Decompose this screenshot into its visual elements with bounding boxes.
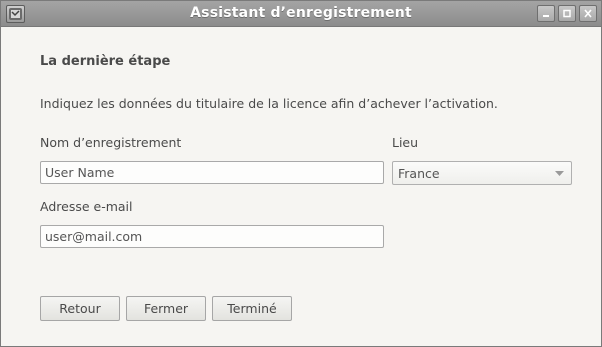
location-select[interactable]: France xyxy=(392,161,572,185)
email-input[interactable] xyxy=(40,225,384,248)
close-icon xyxy=(584,9,592,18)
minimize-button[interactable] xyxy=(537,5,555,22)
name-label: Nom d’enregistrement xyxy=(40,135,182,150)
window-title: Assistant d’enregistrement xyxy=(190,5,412,21)
maximize-button[interactable] xyxy=(558,5,576,22)
email-label: Adresse e-mail xyxy=(40,199,133,214)
wizard-content: La dernière étape Indiquez les données d… xyxy=(1,27,601,346)
close-window-button[interactable] xyxy=(579,5,597,22)
minimize-icon xyxy=(543,15,549,17)
step-heading: La dernière étape xyxy=(40,54,171,69)
title-bar[interactable]: Assistant d’enregistrement xyxy=(1,1,601,27)
finish-button[interactable]: Terminé xyxy=(212,296,292,321)
step-description: Indiquez les données du titulaire de la … xyxy=(40,96,498,111)
location-selected-value: France xyxy=(398,166,440,181)
location-label: Lieu xyxy=(392,135,419,150)
back-button[interactable]: Retour xyxy=(40,296,120,321)
chevron-down-icon xyxy=(555,171,564,176)
registration-window: Assistant d’enregistrement La dernière é… xyxy=(0,0,602,347)
registration-name-input[interactable] xyxy=(40,161,384,184)
maximize-icon xyxy=(563,9,571,18)
close-button[interactable]: Fermer xyxy=(126,296,206,321)
